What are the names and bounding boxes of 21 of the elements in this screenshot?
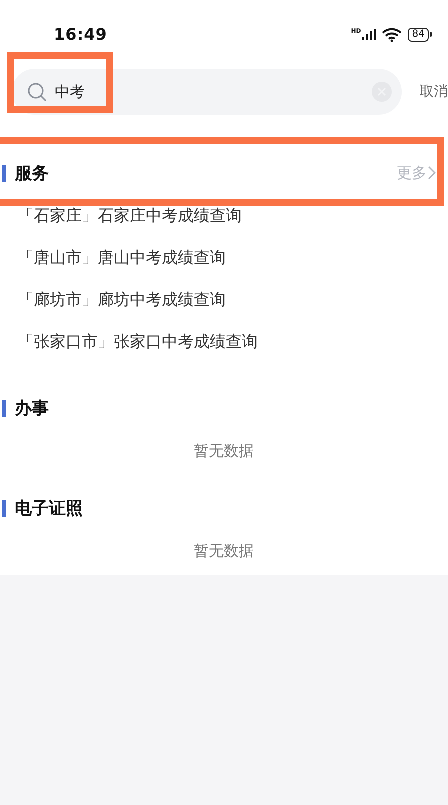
section-marker bbox=[2, 400, 6, 416]
result-item[interactable]: 「张家口市」张家口中考成绩查询 bbox=[18, 332, 258, 352]
result-item[interactable]: 「石家庄」石家庄中考成绩查询 bbox=[18, 206, 242, 226]
status-time: 16:49 bbox=[54, 25, 108, 44]
search-field[interactable]: 中考 bbox=[12, 69, 402, 115]
battery-level: 84 bbox=[408, 28, 429, 42]
search-query: 中考 bbox=[55, 82, 85, 102]
empty-message: 暂无数据 bbox=[194, 442, 254, 460]
search-icon bbox=[28, 82, 47, 102]
result-item[interactable]: 「廊坊市」廊坊中考成绩查询 bbox=[18, 290, 226, 310]
cancel-link[interactable]: 取消 bbox=[420, 83, 448, 101]
signal-icon bbox=[362, 29, 376, 40]
wifi-icon bbox=[382, 28, 402, 42]
chevron-icon bbox=[428, 166, 436, 180]
section-title: 办事 bbox=[15, 398, 49, 420]
section-title: 服务 bbox=[15, 162, 49, 184]
empty-message: 暂无数据 bbox=[194, 542, 254, 560]
section-marker bbox=[2, 500, 6, 516]
section-title: 电子证照 bbox=[15, 498, 83, 520]
section-marker bbox=[2, 164, 6, 182]
result-item[interactable]: 「唐山市」唐山中考成绩查询 bbox=[18, 248, 226, 268]
